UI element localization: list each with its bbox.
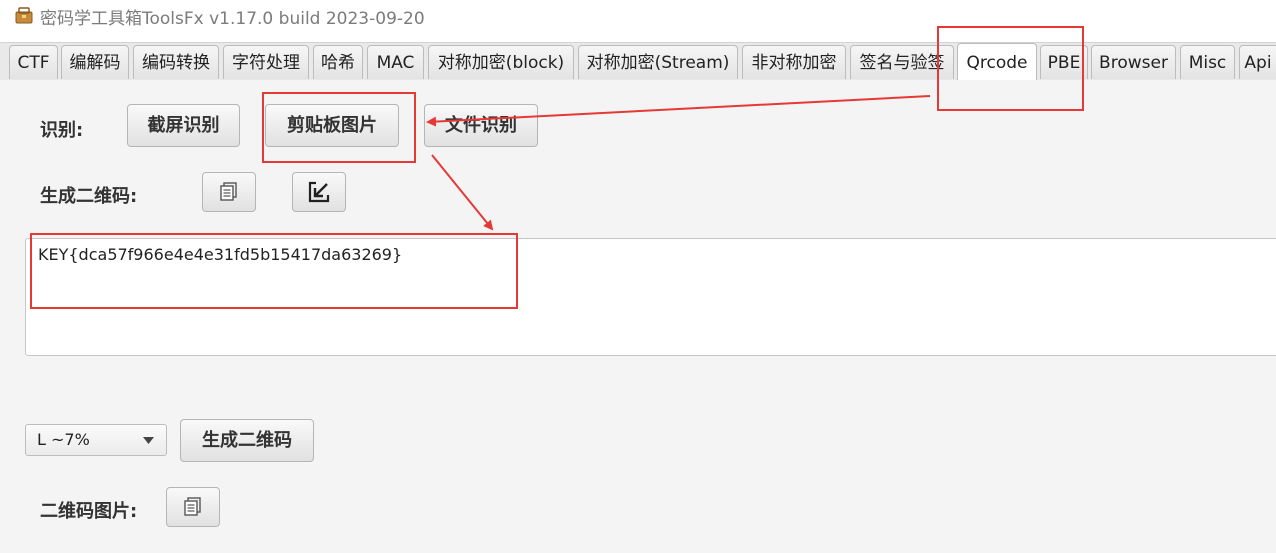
arrow-tab-to-clipboard — [426, 95, 931, 127]
annotation-arrows — [426, 95, 931, 231]
arrow-clipboard-to-result — [431, 154, 494, 231]
